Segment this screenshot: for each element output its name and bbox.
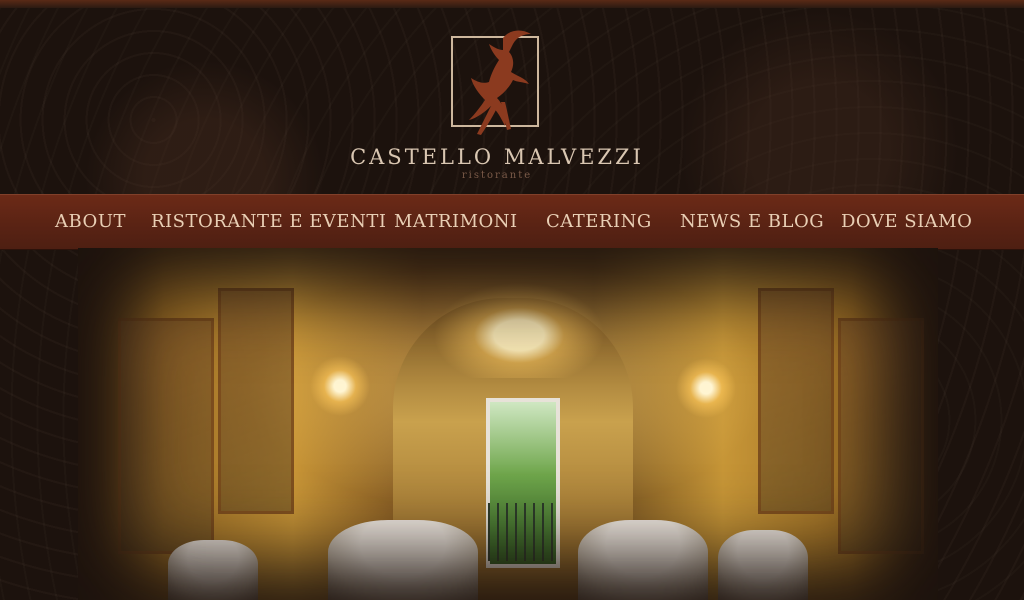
- photo-vignette: [78, 248, 938, 600]
- nav-item-about[interactable]: ABOUT: [55, 211, 126, 232]
- nav-item-news-e-blog[interactable]: NEWS E BLOG: [680, 211, 824, 232]
- nav-item-ristorante-e-eventi[interactable]: RISTORANTE E EVENTI: [151, 211, 386, 232]
- brand-subtitle: ristorante: [461, 170, 533, 181]
- main-navigation: ABOUT RISTORANTE E EVENTI MATRIMONI CATE…: [0, 194, 1024, 250]
- nav-item-dove-siamo[interactable]: DOVE SIAMO: [841, 211, 972, 232]
- hero-image: [78, 248, 938, 600]
- top-border: [0, 0, 1024, 8]
- leaping-goat-icon: [469, 30, 531, 135]
- nav-item-catering[interactable]: CATERING: [546, 211, 652, 232]
- brand-name: CASTELLO MALVEZZI: [350, 145, 644, 169]
- nav-item-matrimoni[interactable]: MATRIMONI: [394, 211, 518, 232]
- logo[interactable]: [451, 30, 539, 135]
